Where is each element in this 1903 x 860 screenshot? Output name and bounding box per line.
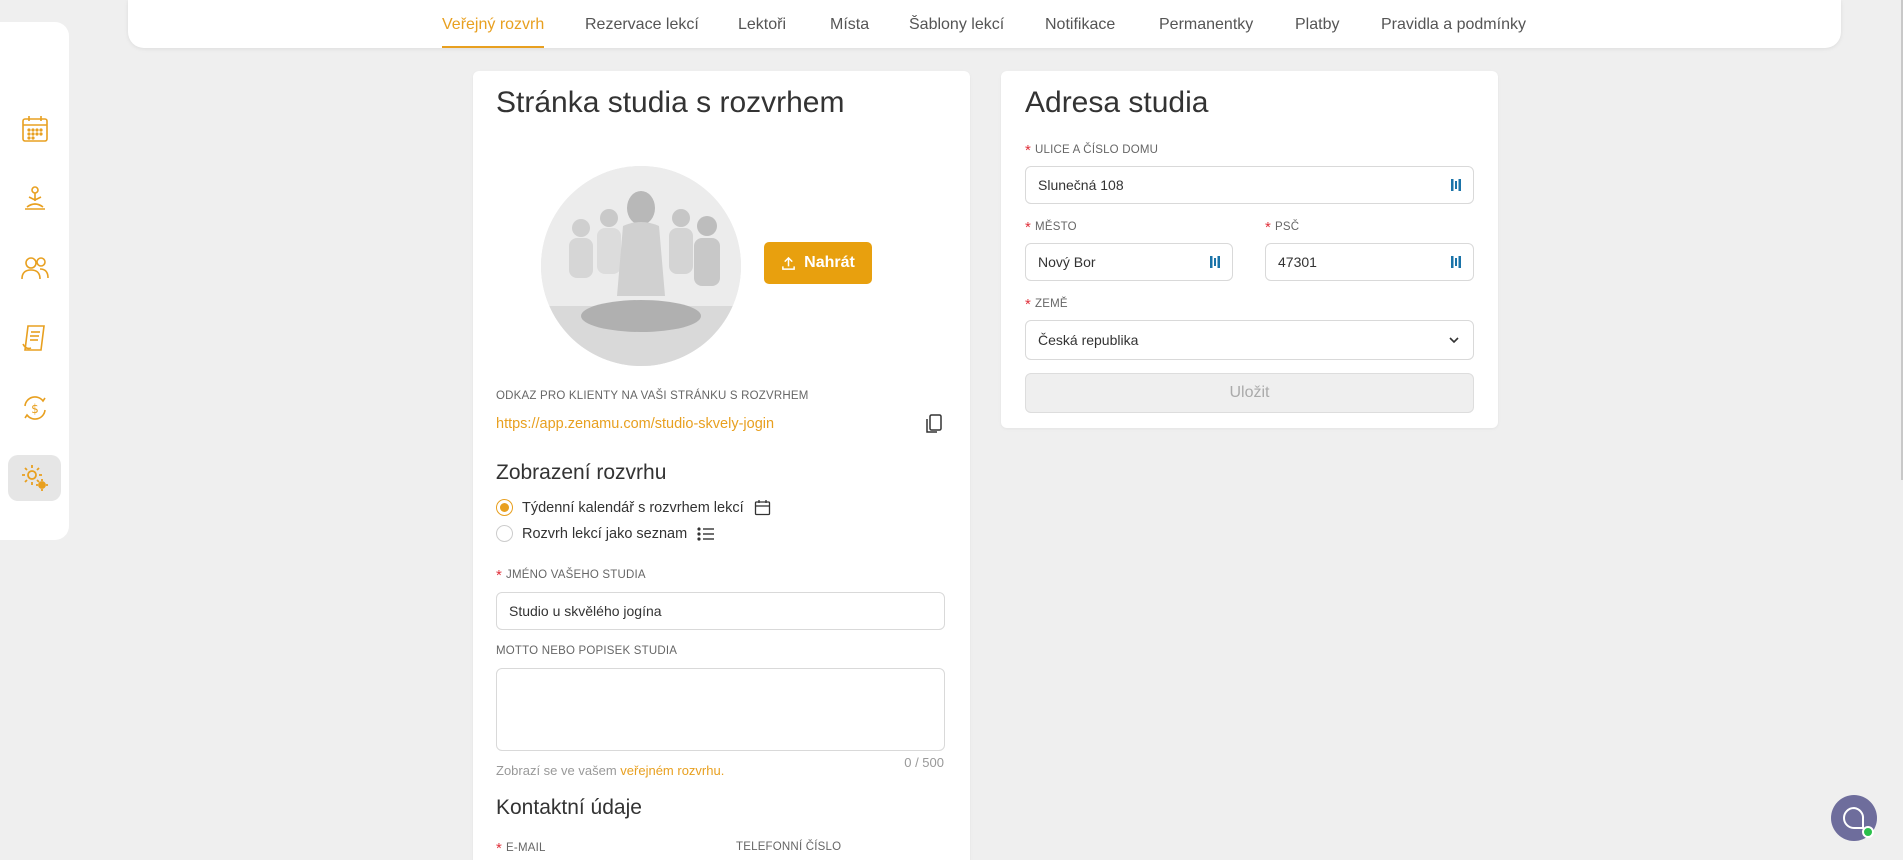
radio-list[interactable] — [496, 525, 513, 542]
country-select[interactable]: Česká republika — [1025, 320, 1474, 360]
upload-button-label: Nahrát — [804, 254, 855, 271]
copy-icon[interactable] — [926, 414, 942, 434]
motto-textarea[interactable]: 0 / 500 — [496, 668, 945, 770]
required-marker: * — [496, 567, 503, 584]
list-icon — [697, 526, 715, 541]
chevron-down-icon — [1449, 337, 1459, 344]
calendar-small-icon — [754, 500, 770, 516]
motto-label: MOTTO NEBO POPISEK STUDIA — [496, 645, 678, 657]
password-manager-icon[interactable] — [1451, 178, 1461, 192]
tab-locations[interactable]: Místa — [830, 0, 869, 48]
schedule-display-heading: Zobrazení rozvrhu — [496, 461, 667, 484]
tab-lesson-templates[interactable]: Šablony lekcí — [909, 0, 1004, 48]
tab-instructors[interactable]: Lektoři — [738, 0, 786, 48]
public-schedule-link[interactable]: veřejném rozvrhu. — [620, 763, 724, 778]
sidebar-item-lessons[interactable] — [8, 176, 61, 222]
display-option-label: Týdenní kalendář s rozvrhem lekcí — [522, 499, 744, 516]
calendar-icon — [21, 116, 48, 142]
city-input[interactable]: Nový Bor — [1025, 243, 1233, 281]
street-label: * ULICE A ČÍSLO DOMU — [1025, 142, 1159, 159]
tab-terms[interactable]: Pravidla a podmínky — [1381, 0, 1526, 48]
required-marker: * — [1265, 219, 1272, 236]
address-title: Adresa studia — [1025, 86, 1209, 119]
motto-hint: Zobrazí se ve vašem veřejném rozvrhu. — [496, 763, 725, 778]
sidebar-item-clients[interactable] — [8, 245, 61, 291]
studio-avatar — [541, 166, 741, 366]
schedule-link-label: ODKAZ PRO KLIENTY NA VAŠI STRÁNKU S ROZV… — [496, 390, 809, 402]
studio-name-label: * JMÉNO VAŠEHO STUDIA — [496, 567, 646, 584]
upload-icon — [782, 256, 796, 270]
receipt-icon — [21, 325, 45, 351]
sidebar: $ — [0, 22, 69, 540]
street-input[interactable]: Slunečná 108 — [1025, 166, 1474, 204]
studio-page-title: Stránka studia s rozvrhem — [496, 86, 845, 119]
yoga-person-icon — [24, 186, 45, 210]
save-button[interactable]: Uložit — [1025, 373, 1474, 413]
required-marker: * — [1025, 142, 1032, 159]
sidebar-item-settings[interactable] — [8, 455, 61, 501]
display-option-label: Rozvrh lekcí jako seznam — [522, 525, 688, 542]
tab-lesson-reservations[interactable]: Rezervace lekcí — [585, 0, 699, 48]
required-marker: * — [496, 840, 503, 857]
phone-label: TELEFONNÍ ČÍSLO — [736, 841, 842, 853]
email-label: * E-MAIL — [496, 840, 546, 857]
sidebar-item-calendar[interactable] — [8, 106, 61, 152]
studio-name-input[interactable]: Studio u skvělého jogína — [496, 592, 945, 630]
top-navigation: Veřejný rozvrh Rezervace lekcí Lektoři M… — [128, 0, 1841, 48]
radio-weekly-calendar[interactable] — [496, 499, 513, 516]
required-marker: * — [1025, 296, 1032, 313]
schedule-link[interactable]: https://app.zenamu.com/studio-skvely-jog… — [496, 416, 774, 432]
sidebar-item-reports[interactable] — [8, 315, 61, 361]
online-status-dot — [1862, 826, 1874, 838]
display-option-list[interactable]: Rozvrh lekcí jako seznam — [496, 525, 715, 542]
tab-public-schedule[interactable]: Veřejný rozvrh — [442, 0, 545, 48]
required-marker: * — [1025, 219, 1032, 236]
country-label: * ZEMĚ — [1025, 296, 1068, 313]
sidebar-item-payments[interactable]: $ — [8, 385, 61, 431]
tab-payments[interactable]: Platby — [1295, 0, 1339, 48]
upload-button[interactable]: Nahrát — [764, 242, 872, 284]
settings-gear-icon — [21, 465, 48, 491]
svg-text:$: $ — [31, 402, 39, 416]
display-option-weekly-calendar[interactable]: Týdenní kalendář s rozvrhem lekcí — [496, 499, 771, 516]
city-label: * MĚSTO — [1025, 219, 1077, 236]
zip-input[interactable]: 47301 — [1265, 243, 1474, 281]
payment-cycle-icon: $ — [23, 396, 46, 420]
tab-passes[interactable]: Permanentky — [1159, 0, 1253, 48]
motto-counter: 0 / 500 — [904, 755, 944, 770]
password-manager-icon[interactable] — [1210, 255, 1220, 269]
contact-heading: Kontaktní údaje — [496, 796, 642, 819]
zip-label: * PSČ — [1265, 219, 1300, 236]
tab-notifications[interactable]: Notifikace — [1045, 0, 1115, 48]
users-icon — [20, 257, 49, 280]
password-manager-icon[interactable] — [1451, 255, 1461, 269]
